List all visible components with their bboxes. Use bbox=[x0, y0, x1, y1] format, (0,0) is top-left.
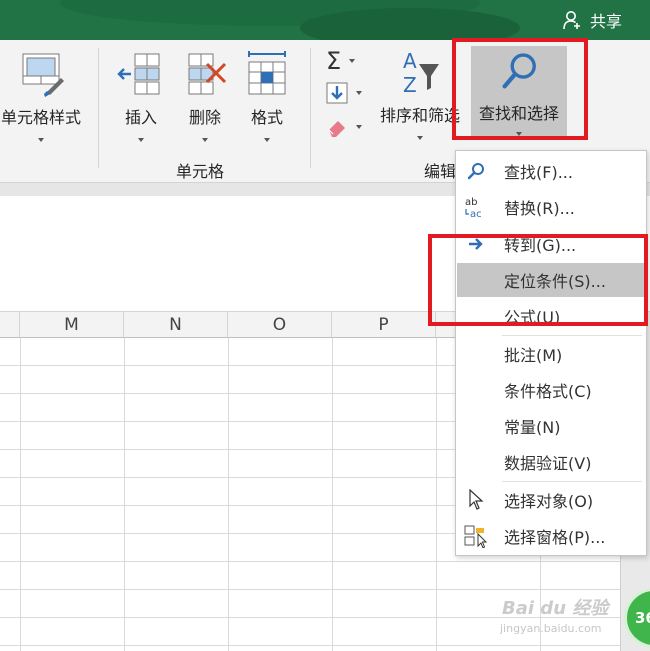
column-header-o[interactable]: O bbox=[228, 312, 332, 338]
selection-pane-icon bbox=[463, 523, 489, 549]
format-cells-icon bbox=[248, 51, 286, 95]
chevron-down-icon bbox=[138, 138, 144, 142]
menu-item-replace[interactable]: ab ac 替换(R)... bbox=[457, 190, 645, 224]
watermark-url: jingyan.baidu.com bbox=[500, 622, 602, 635]
menu-item-selection-pane[interactable]: 选择窗格(P)... bbox=[457, 519, 645, 553]
sort-filter-icon: A Z bbox=[403, 49, 439, 97]
menu-item-label: 替换(R)... bbox=[504, 199, 575, 218]
fill-down-icon bbox=[326, 82, 348, 104]
clear-button[interactable] bbox=[326, 116, 362, 138]
watermark-text: Bai du 经验 bbox=[502, 598, 609, 619]
excel-window: 共享 单元格样式 插入 删除 格式 单元格 Σ A Z 排序和筛选 编辑 查找和… bbox=[0, 0, 650, 651]
chevron-down-icon bbox=[202, 138, 208, 142]
svg-text:ab: ab bbox=[465, 197, 477, 208]
menu-item-label: 数据验证(V) bbox=[504, 454, 592, 473]
user-add-icon bbox=[563, 11, 580, 30]
svg-text:Z: Z bbox=[403, 73, 417, 97]
svg-text:A: A bbox=[403, 49, 417, 73]
menu-item-conditional-format[interactable]: 条件格式(C) bbox=[457, 373, 645, 407]
insert-cells-icon bbox=[117, 53, 160, 95]
chevron-down-icon bbox=[38, 138, 44, 142]
chevron-down-icon bbox=[356, 125, 362, 129]
cells-group-label: 单元格 bbox=[176, 162, 225, 181]
sigma-icon: Σ bbox=[326, 47, 342, 75]
menu-item-label: 条件格式(C) bbox=[504, 382, 592, 401]
badge-text: 36 bbox=[635, 609, 650, 627]
menu-item-label: 批注(M) bbox=[504, 346, 563, 365]
menu-item-label: 选择窗格(P)... bbox=[504, 528, 606, 547]
title-bar: 共享 bbox=[0, 0, 650, 40]
share-label: 共享 bbox=[589, 12, 622, 31]
eraser-icon bbox=[328, 121, 345, 137]
sort-filter-label: 排序和筛选 bbox=[379, 106, 460, 125]
share-button[interactable]: 共享 bbox=[562, 8, 622, 32]
menu-item-label: 选择对象(O) bbox=[504, 492, 594, 511]
chevron-down-icon bbox=[349, 59, 356, 63]
menu-item-constants[interactable]: 常量(N) bbox=[457, 409, 645, 443]
delete-button[interactable]: 删除 bbox=[176, 50, 234, 142]
highlight-box-goto-special bbox=[428, 234, 648, 326]
delete-label: 删除 bbox=[188, 108, 221, 127]
editing-group-label: 编辑 bbox=[424, 162, 457, 181]
menu-item-data-validation[interactable]: 数据验证(V) bbox=[457, 445, 645, 479]
menu-item-label: 查找(F)... bbox=[504, 163, 573, 182]
chevron-down-icon bbox=[264, 138, 270, 142]
find-select-menu: 查找(F)... ab ac 替换(R)... 转到(G)... 定位条件(S).… bbox=[455, 150, 647, 556]
format-button[interactable]: 格式 bbox=[238, 50, 296, 142]
delete-cells-icon bbox=[188, 53, 227, 95]
autosum-button[interactable]: Σ bbox=[326, 47, 356, 75]
column-header-prev[interactable] bbox=[0, 312, 20, 338]
chevron-down-icon bbox=[417, 136, 423, 140]
format-label: 格式 bbox=[250, 108, 283, 127]
highlight-box-find-select bbox=[452, 38, 588, 140]
cell-styles-label: 单元格样式 bbox=[0, 108, 81, 127]
cell-styles-icon bbox=[22, 53, 64, 97]
fill-button[interactable] bbox=[326, 82, 362, 104]
search-icon bbox=[463, 158, 489, 184]
replace-icon: ab ac bbox=[463, 194, 489, 220]
cursor-icon bbox=[463, 487, 489, 513]
insert-label: 插入 bbox=[124, 108, 157, 127]
chevron-down-icon bbox=[356, 91, 362, 95]
cell-styles-button[interactable]: 单元格样式 bbox=[0, 50, 88, 142]
column-header-m[interactable]: M bbox=[20, 312, 124, 338]
menu-item-find[interactable]: 查找(F)... bbox=[457, 154, 645, 188]
svg-text:ac: ac bbox=[470, 209, 482, 219]
insert-button[interactable]: 插入 bbox=[112, 50, 170, 142]
column-header-n[interactable]: N bbox=[124, 312, 228, 338]
column-header-p[interactable]: P bbox=[332, 312, 436, 338]
menu-item-select-objects[interactable]: 选择对象(O) bbox=[457, 483, 645, 517]
menu-item-label: 常量(N) bbox=[504, 418, 561, 437]
menu-item-comments[interactable]: 批注(M) bbox=[457, 337, 645, 371]
